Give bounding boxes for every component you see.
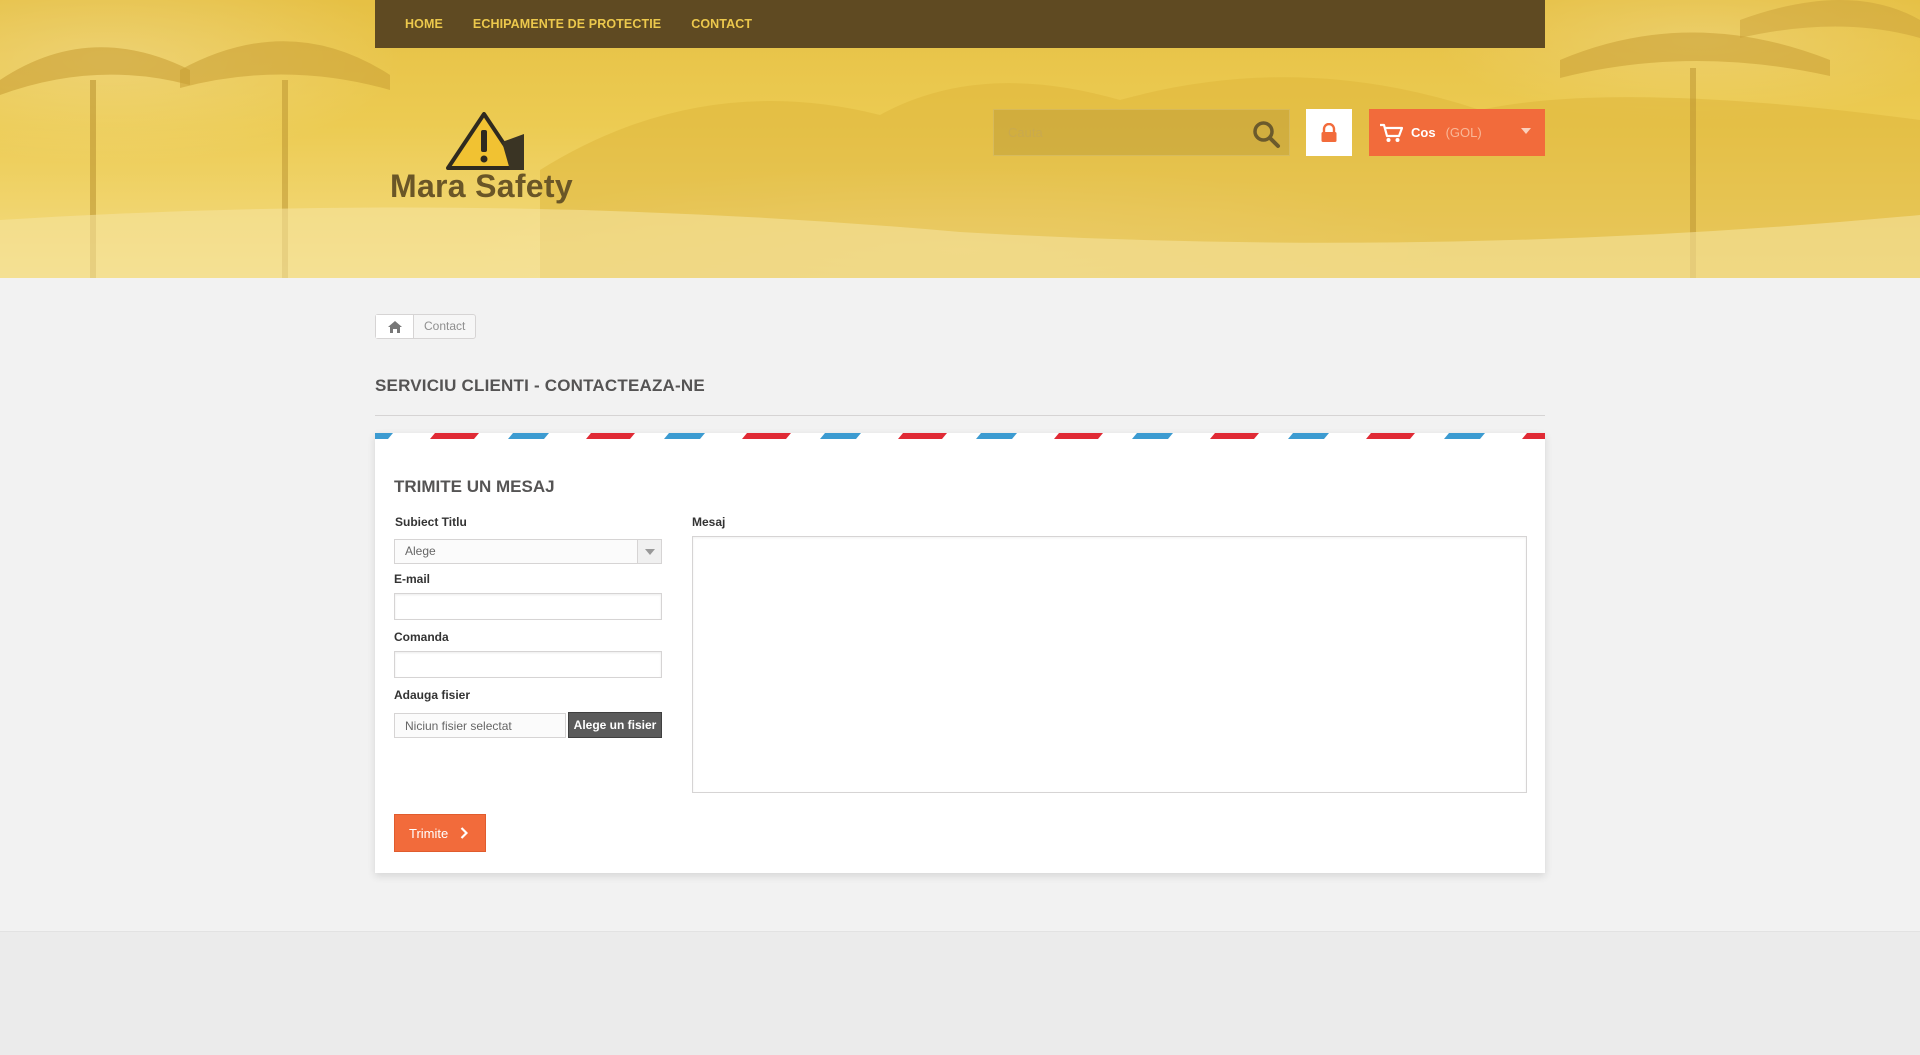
account-login-button[interactable]	[1306, 109, 1352, 156]
warning-triangle-icon	[446, 112, 524, 170]
chevron-down-icon	[637, 540, 661, 563]
footer	[0, 931, 1920, 1055]
top-navigation: HOME ECHIPAMENTE DE PROTECTIE CONTACT	[375, 0, 1545, 48]
subject-select[interactable]: Alege	[394, 539, 662, 564]
caret-down-icon	[1521, 128, 1531, 134]
breadcrumb-home[interactable]	[376, 315, 414, 338]
shopping-cart-icon	[1380, 123, 1403, 142]
submit-label: Trimite	[409, 825, 449, 841]
order-label: Comanda	[394, 630, 449, 644]
airmail-border	[375, 433, 1545, 439]
cart-status: (GOL)	[1445, 125, 1482, 140]
shopping-cart-button[interactable]: Cos (GOL)	[1369, 109, 1545, 156]
breadcrumb-current: Contact	[424, 319, 466, 333]
search-button[interactable]	[1251, 119, 1281, 149]
search-input[interactable]	[994, 110, 1239, 155]
contact-form: TRIMITE UN MESAJ Subiect Titlu Alege E-m…	[375, 433, 1545, 873]
search-bar	[993, 109, 1290, 156]
submit-button[interactable]: Trimite	[394, 814, 486, 852]
file-name-display: Niciun fisier selectat	[394, 713, 566, 738]
chevron-right-icon	[460, 827, 469, 839]
nav-protective-equipment[interactable]: ECHIPAMENTE DE PROTECTIE	[473, 17, 661, 31]
choose-file-button[interactable]: Alege un fisier	[568, 712, 662, 738]
nav-home[interactable]: HOME	[405, 17, 443, 31]
site-logo[interactable]: Mara Safety	[388, 110, 578, 210]
email-field[interactable]	[394, 593, 662, 620]
search-icon	[1253, 121, 1280, 148]
cart-label: Cos	[1411, 125, 1436, 140]
page-title: SERVICIU CLIENTI - CONTACTEAZA-NE	[375, 376, 1545, 416]
form-title: TRIMITE UN MESAJ	[394, 477, 555, 496]
breadcrumb: Contact	[375, 314, 477, 339]
message-label: Mesaj	[692, 515, 726, 529]
header-banner: HOME ECHIPAMENTE DE PROTECTIE CONTACT Ma…	[0, 0, 1920, 278]
subject-label: Subiect Titlu	[395, 515, 467, 529]
email-label: E-mail	[394, 572, 431, 586]
nav-contact[interactable]: CONTACT	[691, 17, 752, 31]
message-textarea[interactable]	[692, 536, 1527, 793]
file-label: Adauga fisier	[394, 688, 471, 702]
logo-text: Mara Safety	[390, 168, 573, 204]
lock-icon	[1321, 122, 1337, 142]
subject-select-value: Alege	[405, 544, 436, 558]
order-field[interactable]	[394, 651, 662, 678]
home-icon	[387, 320, 402, 333]
